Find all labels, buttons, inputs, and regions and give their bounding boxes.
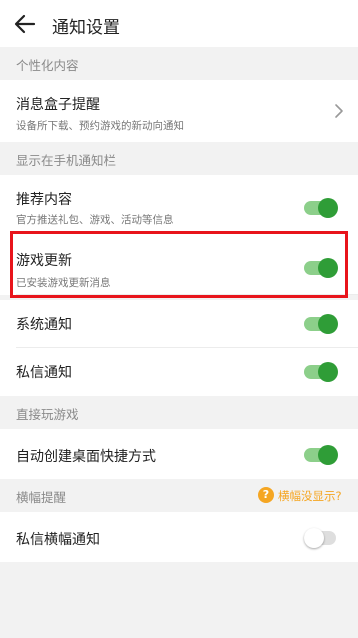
toggle-knob: [318, 198, 338, 218]
section-personalized-content: 个性化内容: [0, 47, 358, 80]
highlight-box: [10, 231, 348, 298]
top-bar: 通知设置: [0, 0, 358, 47]
row-label: 私信横幅通知: [16, 532, 100, 548]
row-label: 消息盒子提醒: [16, 97, 100, 113]
banner-help-text: 横幅没显示?: [278, 489, 342, 503]
private-banner-toggle[interactable]: [304, 528, 338, 548]
desktop-shortcut-toggle[interactable]: [304, 445, 338, 465]
toggle-knob: [318, 445, 338, 465]
toggle-knob: [318, 362, 338, 382]
row-recommend-content[interactable]: 推荐内容 官方推送礼包、游戏、活动等信息: [0, 175, 358, 233]
section-banner-reminder: 横幅提醒 ? 横幅没显示?: [0, 479, 358, 512]
row-private-banner[interactable]: 私信横幅通知: [0, 512, 358, 562]
toggle-knob: [318, 314, 338, 334]
section-title: 横幅提醒: [16, 490, 67, 505]
page-title: 通知设置: [52, 18, 120, 38]
private-message-toggle[interactable]: [304, 362, 338, 382]
arrow-left-icon[interactable]: [12, 11, 38, 37]
recommend-toggle[interactable]: [304, 198, 338, 218]
section-notification-bar: 显示在手机通知栏: [0, 142, 358, 175]
chevron-right-icon: [335, 104, 343, 118]
section-title: 个性化内容: [16, 58, 79, 73]
section-title: 显示在手机通知栏: [16, 153, 117, 168]
row-label: 系统通知: [16, 317, 72, 333]
row-inbox-reminder[interactable]: 消息盒子提醒 设备所下载、预约游戏的新动向通知: [0, 80, 358, 142]
banner-help-link[interactable]: ? 横幅没显示?: [258, 487, 342, 505]
row-description: 官方推送礼包、游戏、活动等信息: [16, 214, 174, 226]
section-title: 直接玩游戏: [16, 407, 79, 422]
question-circle-icon: ?: [258, 487, 274, 503]
row-label: 推荐内容: [16, 192, 72, 208]
row-system-notification[interactable]: 系统通知: [0, 300, 358, 348]
system-notification-toggle[interactable]: [304, 314, 338, 334]
row-desktop-shortcut[interactable]: 自动创建桌面快捷方式: [0, 429, 358, 479]
row-label: 自动创建桌面快捷方式: [16, 449, 156, 465]
row-label: 私信通知: [16, 365, 72, 381]
section-instant-play: 直接玩游戏: [0, 396, 358, 429]
row-private-message[interactable]: 私信通知: [0, 348, 358, 396]
row-description: 设备所下载、预约游戏的新动向通知: [16, 120, 184, 132]
toggle-knob: [304, 528, 324, 548]
